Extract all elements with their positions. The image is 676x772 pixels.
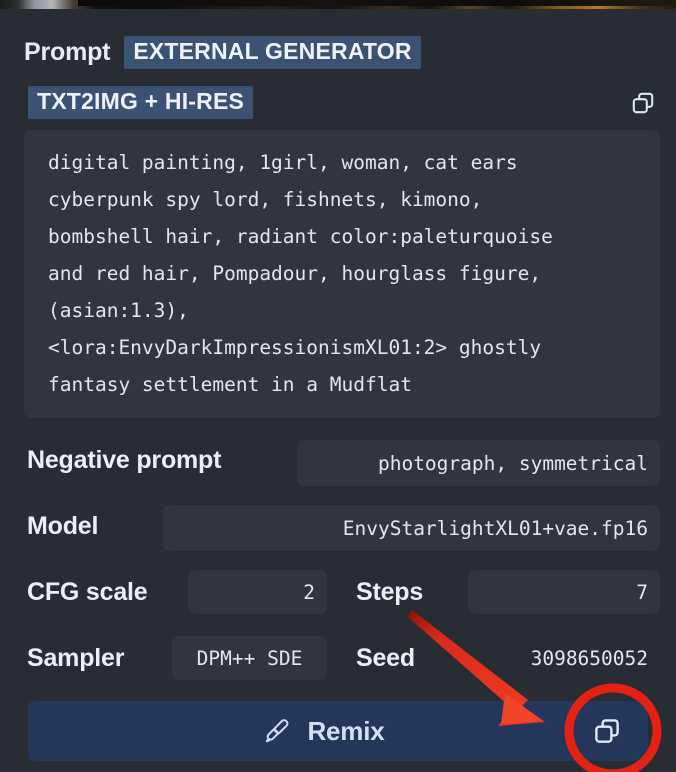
remix-button[interactable]: Remix xyxy=(28,701,648,761)
image-preview-strip xyxy=(0,0,676,9)
remix-label: Remix xyxy=(307,715,385,746)
sampler-label: Sampler xyxy=(27,644,125,672)
seed-label: Seed xyxy=(356,644,415,672)
negative-prompt-field[interactable]: photograph, symmetrical xyxy=(297,440,660,486)
remix-button-content: Remix xyxy=(263,715,385,747)
model-row: Model xyxy=(27,512,98,541)
model-label: Model xyxy=(27,512,99,540)
model-value: EnvyStarlightXL01+vae.fp16 xyxy=(342,516,648,540)
negative-prompt-label: Negative prompt xyxy=(27,446,222,474)
copy-prompt-button[interactable] xyxy=(628,88,658,118)
cfg-scale-value: 2 xyxy=(303,580,315,604)
steps-label: Steps xyxy=(356,578,424,606)
page-title: Prompt xyxy=(24,38,111,66)
negative-prompt-value: photograph, symmetrical xyxy=(377,451,648,475)
model-field[interactable]: EnvyStarlightXL01+vae.fp16 xyxy=(163,505,660,551)
steps-field[interactable]: 7 xyxy=(468,570,660,614)
seed-value: 3098650052 xyxy=(530,646,648,670)
steps-value: 7 xyxy=(636,580,648,604)
image-parameters-panel: Prompt EXTERNAL GENERATOR TXT2IMG + HI-R… xyxy=(0,0,676,772)
sampler-row: Sampler xyxy=(27,644,124,673)
image-preview-strip-dark xyxy=(78,0,676,6)
copy-parameters-button[interactable] xyxy=(590,714,624,748)
mode-badge: TXT2IMG + HI-RES xyxy=(28,86,254,119)
steps-row: Steps xyxy=(356,578,423,607)
cfg-scale-row: CFG scale xyxy=(27,578,148,607)
cfg-scale-label: CFG scale xyxy=(27,578,148,606)
cfg-scale-field[interactable]: 2 xyxy=(188,570,327,614)
seed-row: Seed xyxy=(356,644,415,673)
paintbrush-icon xyxy=(266,719,289,743)
prompt-textbox[interactable]: digital painting, 1girl, woman, cat ears… xyxy=(24,130,660,418)
sampler-field[interactable]: DPM++ SDE xyxy=(172,636,327,680)
copy-icon xyxy=(632,92,654,114)
sampler-value: DPM++ SDE xyxy=(196,646,303,670)
negative-prompt-row: Negative prompt xyxy=(27,446,221,475)
copy-icon xyxy=(595,719,619,743)
mode-header: TXT2IMG + HI-RES xyxy=(28,86,254,119)
seed-field[interactable]: 3098650052 xyxy=(468,636,660,680)
generator-badge: EXTERNAL GENERATOR xyxy=(124,36,421,69)
prompt-text: digital painting, 1girl, woman, cat ears… xyxy=(48,151,553,396)
prompt-header: Prompt EXTERNAL GENERATOR xyxy=(24,36,421,69)
